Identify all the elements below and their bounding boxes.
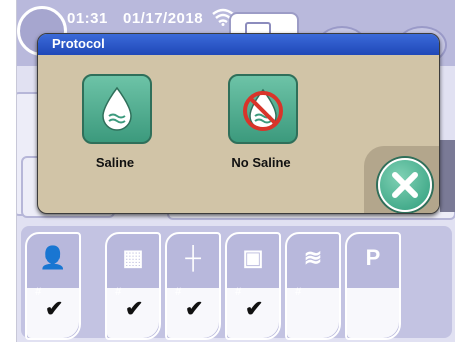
close-button[interactable] bbox=[378, 158, 432, 212]
pump-channel-card[interactable]: ▣ # ✔ bbox=[225, 232, 281, 340]
saline-button[interactable] bbox=[82, 74, 152, 144]
clinician-icon: 👤 bbox=[39, 245, 67, 270]
channel-mark: # bbox=[175, 286, 182, 298]
control-panel-icon: ▣ bbox=[242, 245, 264, 270]
side-scroll-tab[interactable] bbox=[440, 140, 455, 212]
saline-drop-icon bbox=[102, 86, 132, 131]
syringe-tray-icon: ▦ bbox=[122, 245, 144, 270]
check-icon: ✔ bbox=[45, 296, 64, 321]
close-icon bbox=[392, 172, 418, 198]
pump-channel-card[interactable]: P bbox=[345, 232, 401, 340]
fluid-bag-icon: ≋ bbox=[303, 245, 323, 270]
no-saline-label: No Saline bbox=[231, 155, 291, 170]
pump-channel-card[interactable]: 👤 # ✔ bbox=[25, 232, 81, 340]
channel-mark: # bbox=[235, 286, 242, 298]
pump-channel-card[interactable]: ┼ # ✔ bbox=[165, 232, 221, 340]
no-saline-icon bbox=[243, 88, 283, 131]
protocol-dialog: Protocol Saline No Saline bbox=[37, 33, 440, 214]
pump-channel-card[interactable]: ▦ # ✔ bbox=[105, 232, 161, 340]
dialog-title-bar: Protocol bbox=[38, 34, 439, 55]
check-icon: ✔ bbox=[125, 296, 144, 321]
check-icon: ✔ bbox=[245, 296, 264, 321]
pump-p-icon: P bbox=[365, 245, 381, 270]
channel-mark: # bbox=[295, 286, 302, 298]
dialog-title: Protocol bbox=[52, 36, 105, 51]
infusion-line-icon: ┼ bbox=[185, 245, 201, 270]
status-date: 01/17/2018 bbox=[123, 10, 204, 27]
no-saline-button[interactable] bbox=[228, 74, 298, 144]
check-icon: ✔ bbox=[185, 296, 204, 321]
channel-mark: # bbox=[115, 286, 122, 298]
saline-label: Saline bbox=[95, 155, 135, 170]
status-time: 01:31 bbox=[67, 10, 108, 27]
channel-mark: # bbox=[35, 286, 42, 298]
pump-channel-card[interactable]: ≋ # bbox=[285, 232, 341, 340]
